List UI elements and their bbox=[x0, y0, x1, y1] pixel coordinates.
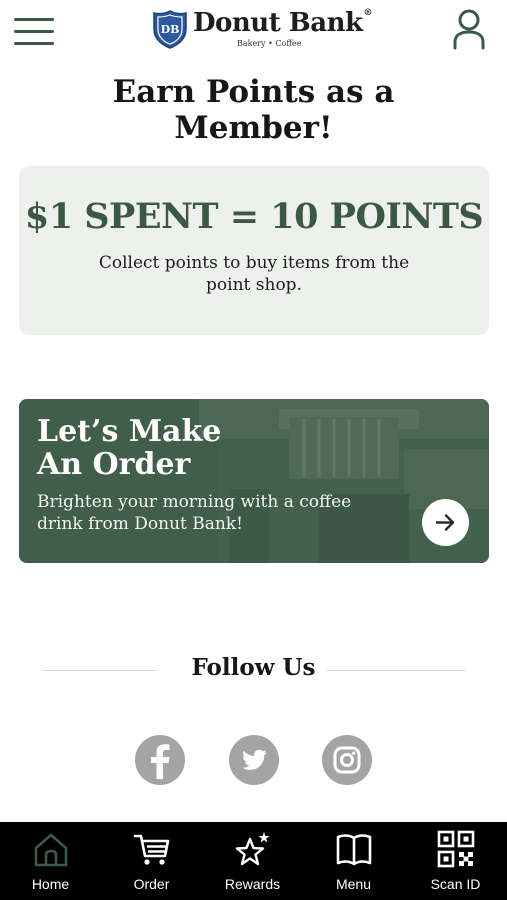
order-description: Brighten your morning with a coffee drin… bbox=[37, 492, 352, 534]
brand-logo[interactable]: DB Donut Bank® Bakery • Coffee bbox=[151, 8, 372, 52]
bottom-navigation: Home Order Rewards Menu Scan ID bbox=[0, 822, 507, 900]
nav-order-label: Order bbox=[133, 876, 170, 892]
points-info-card: $1 SPENT = 10 POINTS Collect points to b… bbox=[19, 166, 489, 335]
make-order-banner[interactable]: Let’s Make An Order Brighten your mornin… bbox=[19, 399, 489, 563]
follow-us-title: Follow Us bbox=[191, 654, 316, 681]
points-headline: $1 SPENT = 10 POINTS bbox=[24, 196, 484, 237]
nav-menu[interactable]: Menu bbox=[303, 822, 404, 900]
nav-rewards-label: Rewards bbox=[224, 876, 281, 892]
nav-rewards[interactable]: Rewards bbox=[202, 822, 303, 900]
follow-us-section: Follow Us bbox=[42, 654, 465, 686]
nav-home[interactable]: Home bbox=[0, 822, 101, 900]
book-icon bbox=[336, 834, 372, 866]
rewards-star-icon bbox=[235, 832, 270, 866]
hamburger-icon[interactable] bbox=[14, 12, 56, 46]
facebook-icon[interactable] bbox=[135, 735, 185, 785]
user-icon[interactable] bbox=[450, 6, 490, 52]
instagram-icon[interactable] bbox=[322, 735, 372, 785]
cart-icon bbox=[133, 834, 170, 865]
app-header: DB Donut Bank® Bakery • Coffee bbox=[0, 0, 507, 60]
brand-tagline: Bakery • Coffee bbox=[237, 39, 302, 48]
page-title: Earn Points as a Member! bbox=[112, 74, 395, 146]
badge-text: DB bbox=[161, 23, 180, 36]
nav-scan-id-label: Scan ID bbox=[430, 876, 481, 892]
nav-scan-id[interactable]: Scan ID bbox=[405, 822, 506, 900]
brand-name: Donut Bank® bbox=[193, 8, 372, 38]
order-title: Let’s Make An Order bbox=[37, 414, 222, 482]
points-description: Collect points to buy items from the poi… bbox=[98, 253, 410, 295]
shield-badge-icon: DB bbox=[153, 10, 187, 49]
nav-menu-label: Menu bbox=[335, 876, 372, 892]
twitter-icon[interactable] bbox=[229, 735, 279, 785]
home-icon bbox=[34, 833, 68, 867]
nav-home-label: Home bbox=[31, 876, 70, 892]
nav-order[interactable]: Order bbox=[101, 822, 202, 900]
qr-code-icon bbox=[437, 830, 475, 868]
arrow-right-icon[interactable] bbox=[422, 499, 469, 546]
